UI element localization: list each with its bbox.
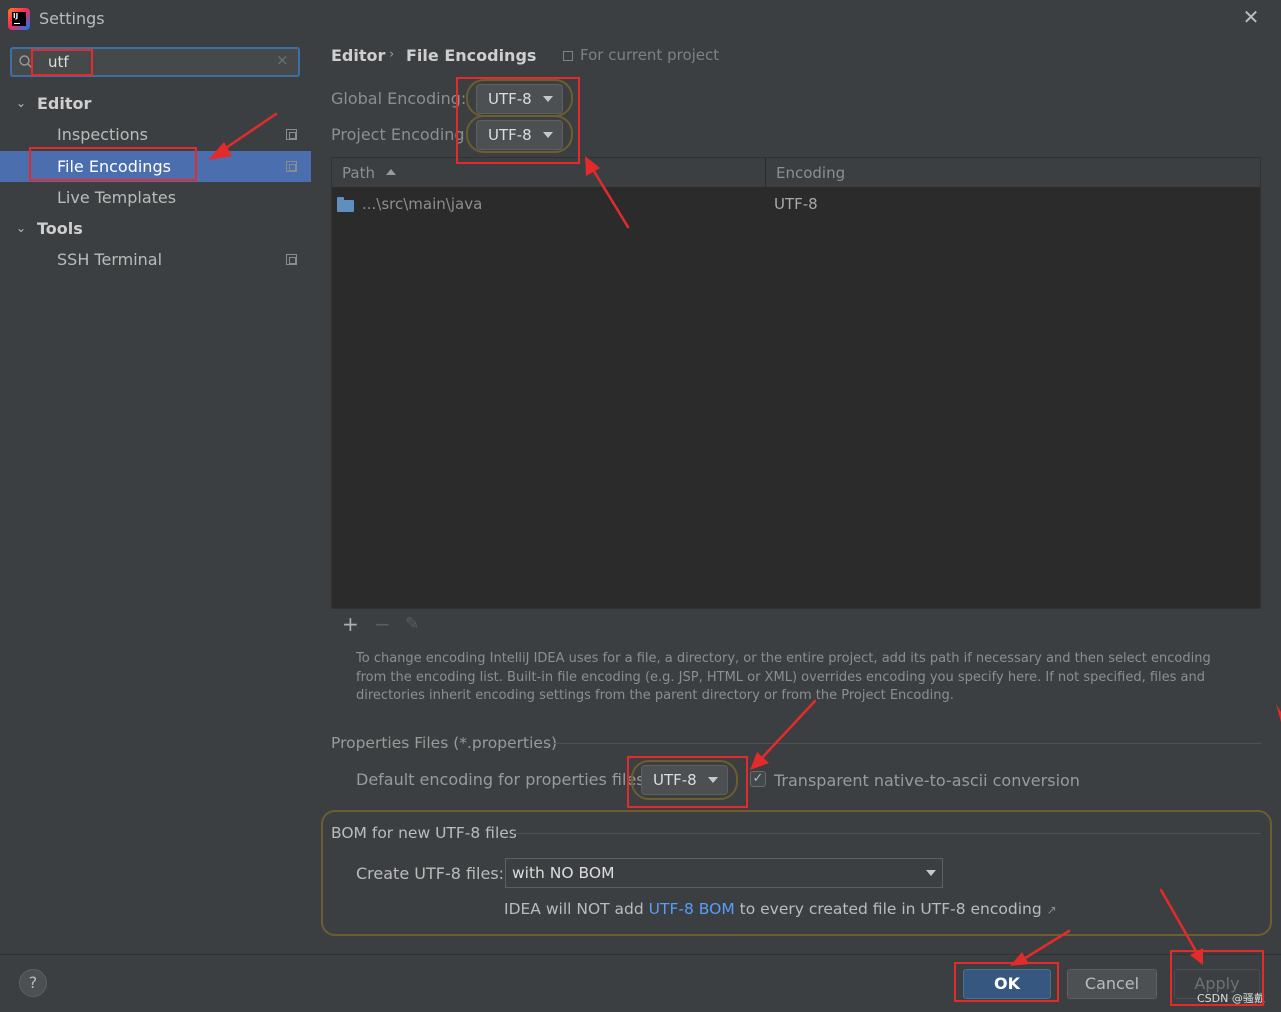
ok-button[interactable]: OK [963,969,1051,999]
transparent-ascii-checkbox[interactable]: ✓ [750,771,766,787]
dropdown-arrow-icon [543,132,553,138]
help-button[interactable]: ? [19,969,47,997]
settings-search-input[interactable] [48,52,268,72]
dropdown-arrow-icon [708,777,718,783]
checkmark-icon: ✓ [752,771,764,786]
settings-search-box[interactable]: × [10,47,300,77]
section-divider [513,833,1261,834]
global-encoding-label: Global Encoding: [331,89,467,108]
column-header-path[interactable]: Path [342,164,375,182]
dropdown-arrow-icon [926,870,936,876]
project-encoding-value: UTF-8 [488,126,532,144]
properties-section-title: Properties Files (*.properties) [331,734,558,752]
dropdown-arrow-icon [543,96,553,102]
window-title: Settings [39,9,105,28]
remove-icon[interactable]: − [374,612,391,636]
table-header: Path Encoding [332,158,1260,188]
bom-section-title: BOM for new UTF-8 files [331,824,517,842]
project-scope-icon [286,161,297,172]
create-utf8-label: Create UTF-8 files: [356,864,505,883]
column-separator [765,158,766,188]
csdn-watermark: CSDN @骚戴 [1197,992,1265,1005]
project-encoding-label: Project Encoding [331,125,465,144]
settings-sidebar: × ⌄ Editor Inspections File Encodings Li… [0,38,311,954]
tree-item-label: Inspections [57,125,148,144]
properties-encoding-value: UTF-8 [653,771,697,789]
clear-search-icon[interactable]: × [276,51,289,69]
sort-ascending-icon [386,169,396,175]
intellij-app-icon: IJ [8,8,30,30]
chevron-down-icon[interactable]: ⌄ [16,88,30,119]
properties-default-label: Default encoding for properties files: [356,770,651,789]
search-icon [19,55,33,69]
bom-note-suffix: to every created file in UTF-8 encoding [734,900,1042,918]
folder-icon [337,197,354,212]
path-encoding-table[interactable]: Path Encoding ...\src\main\java UTF-8 [331,157,1261,609]
scope-label: For current project [580,46,720,64]
tree-item-ssh-terminal[interactable]: SSH Terminal [0,244,311,275]
add-icon[interactable]: + [342,612,359,636]
tree-item-label: Live Templates [57,188,177,207]
utf8-bom-link[interactable]: UTF-8 BOM [649,900,735,918]
settings-content: Editor › File Encodings For current proj… [311,38,1281,954]
table-toolbar: + − ✎ [331,609,1261,639]
close-icon[interactable]: ✕ [1240,6,1262,28]
title-bar: IJ Settings ✕ [0,0,1281,38]
project-encoding-dropdown[interactable]: UTF-8 [476,120,563,150]
dialog-footer: ? OK Cancel Apply CSDN @骚戴 [0,954,1281,1012]
edit-icon[interactable]: ✎ [405,614,419,634]
global-encoding-dropdown[interactable]: UTF-8 [476,84,563,114]
path-cell: ...\src\main\java [362,195,483,213]
encoding-help-text: To change encoding IntelliJ IDEA uses fo… [356,651,1211,703]
bom-note-prefix: IDEA will NOT add [504,900,649,918]
properties-encoding-dropdown[interactable]: UTF-8 [641,765,728,795]
global-encoding-value: UTF-8 [488,90,532,108]
create-utf8-value: with NO BOM [512,864,615,882]
breadcrumb-file-encodings: File Encodings [406,46,537,65]
chevron-down-icon[interactable]: ⌄ [16,213,30,244]
tree-item-editor[interactable]: ⌄ Editor [0,88,311,119]
tree-item-label: SSH Terminal [57,250,163,269]
bom-note: IDEA will NOT add UTF-8 BOM to every cre… [504,900,1057,918]
tree-item-file-encodings[interactable]: File Encodings [0,151,311,182]
project-scope-icon [563,51,573,61]
column-header-encoding[interactable]: Encoding [776,164,845,182]
transparent-ascii-label[interactable]: Transparent native-to-ascii conversion [774,771,1080,790]
encoding-cell: UTF-8 [774,195,818,213]
external-link-icon[interactable]: ↗ [1047,903,1057,917]
tree-item-label: Editor [37,94,92,113]
tree-item-label: File Encodings [57,157,171,176]
tree-item-label: Tools [37,219,83,238]
breadcrumb-editor[interactable]: Editor [331,46,385,65]
breadcrumb-separator: › [389,47,395,62]
tree-item-inspections[interactable]: Inspections [0,119,311,150]
section-divider [553,743,1261,744]
create-utf8-dropdown[interactable]: with NO BOM [505,858,943,888]
project-scope-icon [286,129,297,140]
tree-item-live-templates[interactable]: Live Templates [0,182,311,213]
tree-item-tools[interactable]: ⌄ Tools [0,213,311,244]
project-scope-icon [286,254,297,265]
cancel-button[interactable]: Cancel [1067,969,1157,999]
